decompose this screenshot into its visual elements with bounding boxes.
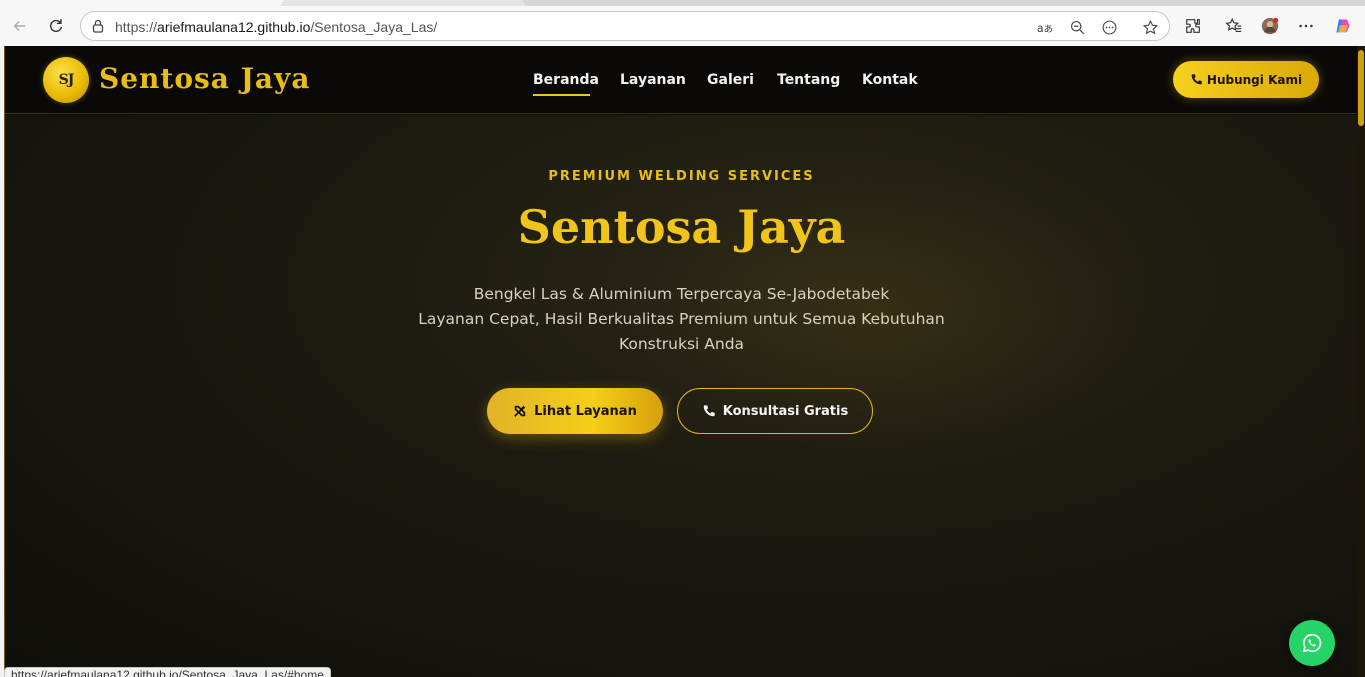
hero-subtitle: Bengkel Las & Aluminium Terpercaya Se-Ja… xyxy=(5,282,1358,357)
page-scrollbar[interactable] xyxy=(1357,46,1365,677)
logo-monogram: SJ xyxy=(58,72,75,88)
svg-text:あ: あ xyxy=(1043,23,1052,34)
site-header: SJ Sentosa Jaya Beranda Layanan Galeri T… xyxy=(5,46,1358,114)
svg-text:a: a xyxy=(1036,21,1043,34)
star-icon[interactable] xyxy=(1140,17,1160,37)
browser-toolbar: https://ariefmaulana12.github.io/Sentosa… xyxy=(0,6,1365,46)
status-bar-link: https://ariefmaulana12.github.io/Sentosa… xyxy=(4,667,331,677)
hero-title: Sentosa Jaya xyxy=(517,200,846,254)
hero-eyebrow: PREMIUM WELDING SERVICES xyxy=(548,169,815,184)
favorites-icon[interactable] xyxy=(1221,13,1247,39)
profile-avatar[interactable] xyxy=(1257,13,1283,39)
view-services-button[interactable]: Lihat Layanan xyxy=(487,388,663,434)
scrollbar-thumb[interactable] xyxy=(1358,50,1364,126)
hero-subtitle-line-1: Bengkel Las & Aluminium Terpercaya Se-Ja… xyxy=(473,285,890,303)
nav-kontak[interactable]: Kontak xyxy=(862,72,918,88)
refresh-icon[interactable] xyxy=(43,13,69,39)
brand-name[interactable]: Sentosa Jaya xyxy=(99,62,310,95)
hero-subtitle-line-2: Layanan Cepat, Hasil Berkualitas Premium… xyxy=(418,310,945,328)
zoom-out-icon[interactable] xyxy=(1067,17,1087,37)
more-page-icon[interactable] xyxy=(1099,17,1119,37)
address-bar[interactable]: https://ariefmaulana12.github.io/Sentosa… xyxy=(80,11,1170,41)
whatsapp-icon xyxy=(1302,633,1322,653)
read-aloud-icon[interactable]: aあ xyxy=(1034,17,1054,37)
hero-subtitle-line-3: Konstruksi Anda xyxy=(618,335,745,353)
free-consultation-label: Konsultasi Gratis xyxy=(722,403,849,419)
nav-tentang[interactable]: Tentang xyxy=(777,72,840,88)
lock-icon[interactable] xyxy=(90,18,106,34)
nav-beranda[interactable]: Beranda xyxy=(533,72,599,88)
phone-icon xyxy=(703,405,715,417)
view-services-label: Lihat Layanan xyxy=(534,403,637,419)
tools-icon xyxy=(514,405,526,417)
logo-badge[interactable]: SJ xyxy=(43,57,89,103)
phone-icon xyxy=(1191,74,1202,85)
whatsapp-button[interactable] xyxy=(1289,620,1335,666)
copilot-icon[interactable] xyxy=(1330,13,1356,39)
contact-us-button[interactable]: Hubungi Kami xyxy=(1173,61,1319,98)
url-text[interactable]: https://ariefmaulana12.github.io/Sentosa… xyxy=(115,19,437,35)
nav-active-underline xyxy=(533,94,590,96)
web-viewport: SJ Sentosa Jaya Beranda Layanan Galeri T… xyxy=(4,46,1365,677)
nav-galeri[interactable]: Galeri xyxy=(707,72,754,88)
back-icon[interactable] xyxy=(7,13,33,39)
nav-layanan[interactable]: Layanan xyxy=(620,72,686,88)
more-icon[interactable] xyxy=(1293,13,1319,39)
extensions-icon[interactable] xyxy=(1180,13,1206,39)
contact-us-label: Hubungi Kami xyxy=(1206,72,1303,87)
free-consultation-button[interactable]: Konsultasi Gratis xyxy=(677,388,873,434)
